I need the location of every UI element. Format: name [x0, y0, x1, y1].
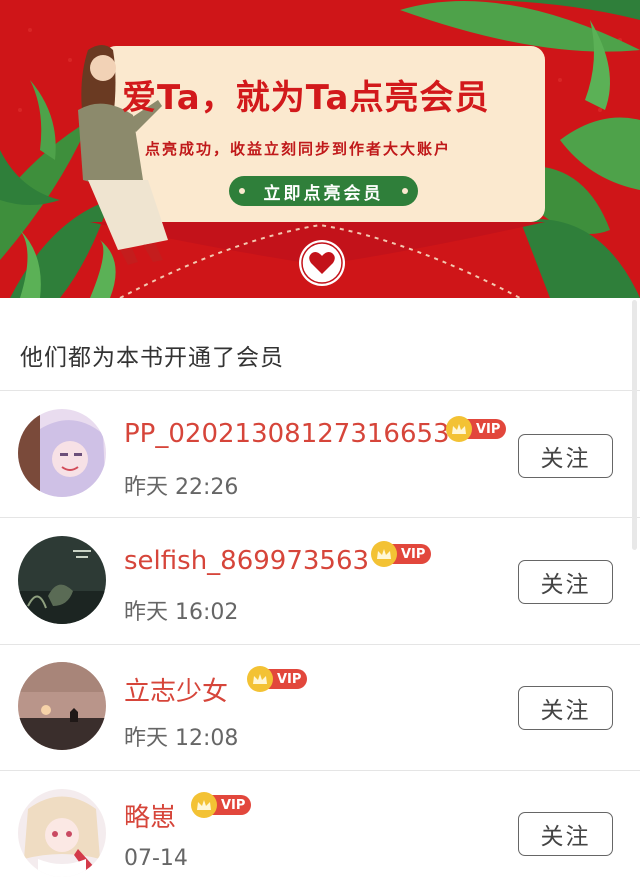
dark-scene-avatar-icon: [18, 536, 106, 624]
member-time: 07-14: [124, 846, 188, 871]
follow-button[interactable]: 关注: [518, 434, 613, 478]
member-name[interactable]: PP_02021308127316653: [124, 419, 450, 449]
promo-banner[interactable]: 爱Ta，就为Ta点亮会员 点亮成功，收益立刻同步到作者大大账户 立即点亮会员: [0, 0, 640, 298]
section-title: 他们都为本书开通了会员: [20, 345, 284, 371]
member-row[interactable]: selfish_869973563 VIP 昨天 16:02 关注: [0, 518, 640, 644]
crown-icon: [371, 541, 397, 567]
anime-girl-avatar-icon: [18, 789, 106, 877]
follow-button[interactable]: 关注: [518, 686, 613, 730]
vip-badge: VIP: [446, 416, 507, 442]
follow-button[interactable]: 关注: [518, 560, 613, 604]
member-name[interactable]: 略崽: [124, 797, 176, 834]
heart-seal-icon: [299, 240, 345, 286]
banner-headline: 爱Ta，就为Ta点亮会员: [122, 78, 490, 118]
sunset-avatar-icon: [18, 662, 106, 750]
cta-label: 立即点亮会员: [263, 183, 384, 204]
activate-membership-button[interactable]: 立即点亮会员: [229, 176, 418, 206]
crown-icon: [446, 416, 472, 442]
member-name[interactable]: selfish_869973563: [124, 546, 369, 576]
avatar[interactable]: [18, 662, 106, 750]
avatar[interactable]: [18, 409, 106, 497]
member-row[interactable]: 略崽 VIP 07-14 关注: [0, 771, 640, 895]
scrollbar[interactable]: [632, 300, 637, 550]
anime-girl-avatar-icon: [18, 409, 106, 497]
vip-badge: VIP: [371, 541, 432, 567]
member-name[interactable]: 立志少女: [124, 671, 228, 708]
banner-subline: 点亮成功，收益立刻同步到作者大大账户: [145, 140, 452, 158]
follow-button[interactable]: 关注: [518, 812, 613, 856]
member-row[interactable]: 立志少女 VIP 昨天 12:08 关注: [0, 645, 640, 771]
member-row[interactable]: PP_02021308127316653 VIP 昨天 22:26 关注: [0, 391, 640, 517]
cta-dot-left: [239, 188, 245, 194]
crown-icon: [247, 666, 273, 692]
avatar[interactable]: [18, 536, 106, 624]
member-time: 昨天 22:26: [124, 475, 239, 500]
member-time: 昨天 12:08: [124, 726, 239, 751]
cta-dot-right: [402, 188, 408, 194]
crown-icon: [191, 792, 217, 818]
vip-badge: VIP: [247, 666, 308, 692]
member-time: 昨天 16:02: [124, 600, 239, 625]
vip-badge: VIP: [191, 792, 252, 818]
avatar[interactable]: [18, 789, 106, 877]
